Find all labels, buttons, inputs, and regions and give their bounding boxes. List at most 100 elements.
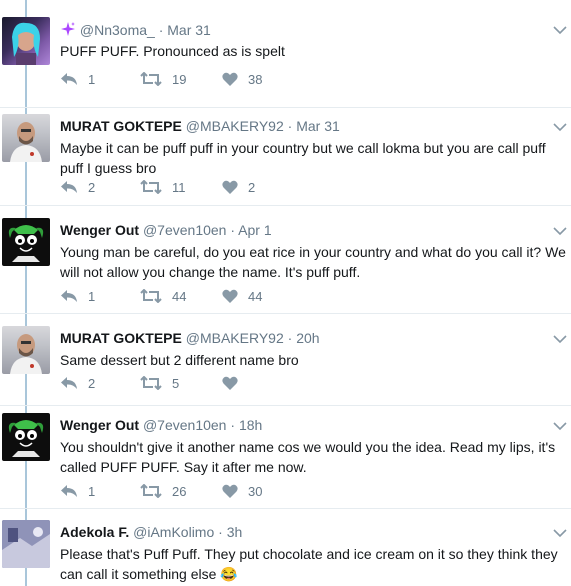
like-button[interactable]: 2 <box>222 177 255 197</box>
like-button[interactable]: 44 <box>222 286 262 306</box>
tweet-time-separator: · <box>230 417 236 433</box>
tweet-timestamp[interactable]: 20h <box>296 330 319 346</box>
tweet-time-separator: · <box>230 222 236 238</box>
reply-button[interactable]: 2 <box>60 373 95 393</box>
user-avatar[interactable] <box>2 218 50 266</box>
reply-count: 1 <box>88 71 96 87</box>
tweet-timestamp[interactable]: 3h <box>227 524 243 540</box>
tweet-header: @Nn3oma_ · Mar 31 <box>60 21 211 40</box>
tweet[interactable]: MURAT GOKTEPE @MBAKERY92 · Mar 31 Maybe … <box>0 97 571 206</box>
sparkle-icon <box>60 21 76 40</box>
tweet-author-handle[interactable]: @Nn3oma_ <box>80 22 155 38</box>
reply-button[interactable]: 1 <box>60 69 95 89</box>
reply-count: 2 <box>88 375 96 391</box>
reply-count: 2 <box>88 179 96 195</box>
reply-button[interactable]: 1 <box>60 286 95 306</box>
reply-icon <box>60 180 78 194</box>
tweet-timestamp[interactable]: Mar 31 <box>167 22 211 38</box>
retweet-button[interactable]: 19 <box>140 69 186 89</box>
tweet-author-name[interactable]: MURAT GOKTEPE <box>60 118 182 134</box>
tweet-actions: 2 5 <box>60 373 360 393</box>
retweet-count: 26 <box>172 483 187 499</box>
tweet-actions: 1 26 30 <box>60 481 360 501</box>
reply-button[interactable]: 1 <box>60 481 95 501</box>
tweet-author-handle[interactable]: @7even10en <box>143 222 227 238</box>
tweet-text: Same dessert but 2 different name bro <box>60 352 299 368</box>
user-avatar[interactable] <box>2 413 50 461</box>
reply-icon <box>60 484 78 498</box>
reply-button[interactable]: 2 <box>60 177 95 197</box>
chevron-down-icon[interactable] <box>553 525 567 538</box>
tweet[interactable]: Wenger Out @7even10en · 18h You shouldn'… <box>0 396 571 509</box>
user-avatar-man <box>10 122 42 162</box>
tweet-author-handle[interactable]: @7even10en <box>143 417 227 433</box>
tweet-timestamp[interactable]: Apr 1 <box>238 222 271 238</box>
retweet-icon <box>140 484 162 498</box>
tweet-text: Please that's Puff Puff. They put chocol… <box>60 546 558 582</box>
retweet-count: 11 <box>172 179 186 195</box>
tweet-author-handle[interactable]: @MBAKERY92 <box>186 330 284 346</box>
heart-icon <box>222 72 238 86</box>
heart-icon <box>222 180 238 194</box>
tweet-text: PUFF PUFF. Pronounced as is spelt <box>60 43 285 59</box>
tweet-text: Maybe it can be puff puff in your countr… <box>60 140 546 176</box>
tweet-author-name[interactable]: MURAT GOKTEPE <box>60 330 182 346</box>
tweet-author-name[interactable]: Adekola F. <box>60 524 129 540</box>
tweet[interactable]: MURAT GOKTEPE @MBAKERY92 · 20h Same dess… <box>0 309 571 406</box>
retweet-icon <box>140 180 162 194</box>
tweet[interactable]: @Nn3oma_ · Mar 31 PUFF PUFF. Pronounced … <box>0 0 571 108</box>
user-avatar[interactable] <box>2 114 50 162</box>
retweet-button[interactable]: 26 <box>140 481 186 501</box>
tweet-time-separator: · <box>287 330 293 346</box>
tweet-time-separator: · <box>218 524 223 540</box>
like-count: 38 <box>248 71 263 87</box>
like-count: 30 <box>248 483 263 499</box>
retweet-button[interactable]: 11 <box>140 177 186 197</box>
user-avatar-cartoon <box>8 420 44 457</box>
like-button[interactable]: 38 <box>222 69 262 89</box>
tweet-timestamp[interactable]: 18h <box>239 417 262 433</box>
tweet-text: Young man be careful, do you eat rice in… <box>60 244 566 280</box>
tweet-header: MURAT GOKTEPE @MBAKERY92 · 20h <box>60 330 320 346</box>
user-avatar-woman <box>12 22 40 65</box>
like-count: 44 <box>248 288 263 304</box>
user-avatar-cartoon <box>8 225 44 262</box>
user-avatar[interactable] <box>2 326 50 374</box>
reply-icon <box>60 72 78 86</box>
user-avatar-man <box>10 334 42 374</box>
tweet-text: You shouldn't give it another name cos w… <box>60 439 556 475</box>
user-avatar[interactable] <box>2 17 50 65</box>
tweet-actions: 1 19 38 <box>60 69 360 89</box>
reply-count: 1 <box>88 288 96 304</box>
chevron-down-icon[interactable] <box>553 331 567 344</box>
tweet-author-name[interactable]: Wenger Out <box>60 222 139 238</box>
tweet[interactable]: Wenger Out @7even10en · Apr 1 Young man … <box>0 201 571 314</box>
tweet-actions: 1 44 44 <box>60 286 360 306</box>
retweet-button[interactable]: 5 <box>140 373 179 393</box>
tweet-header: Wenger Out @7even10en · 18h <box>60 417 262 433</box>
chevron-down-icon[interactable] <box>553 119 567 132</box>
chevron-down-icon[interactable] <box>553 223 567 236</box>
tweet-header: MURAT GOKTEPE @MBAKERY92 · Mar 31 <box>60 118 340 134</box>
tweet-actions: 2 11 2 <box>60 177 360 197</box>
heart-icon <box>222 376 238 390</box>
tweet[interactable]: Adekola F. @iAmKolimo · 3h Please that's… <box>0 503 571 586</box>
tweet-timestamp[interactable]: Mar 31 <box>296 118 340 134</box>
like-button[interactable] <box>222 373 248 393</box>
heart-icon <box>222 289 238 303</box>
chevron-down-icon[interactable] <box>553 418 567 431</box>
retweet-icon <box>140 289 162 303</box>
user-avatar-photo <box>2 520 50 568</box>
reply-icon <box>60 289 78 303</box>
chevron-down-icon[interactable] <box>553 22 567 35</box>
user-avatar[interactable] <box>2 520 50 568</box>
tweet-author-name[interactable]: Wenger Out <box>60 417 139 433</box>
retweet-button[interactable]: 44 <box>140 286 186 306</box>
like-button[interactable]: 30 <box>222 481 262 501</box>
tweet-author-handle[interactable]: @iAmKolimo <box>133 524 214 540</box>
tweet-author-handle[interactable]: @MBAKERY92 <box>186 118 284 134</box>
like-count: 2 <box>248 179 256 195</box>
tweet-time-separator: · <box>158 22 164 38</box>
retweet-count: 19 <box>172 71 187 87</box>
reply-count: 1 <box>88 483 96 499</box>
